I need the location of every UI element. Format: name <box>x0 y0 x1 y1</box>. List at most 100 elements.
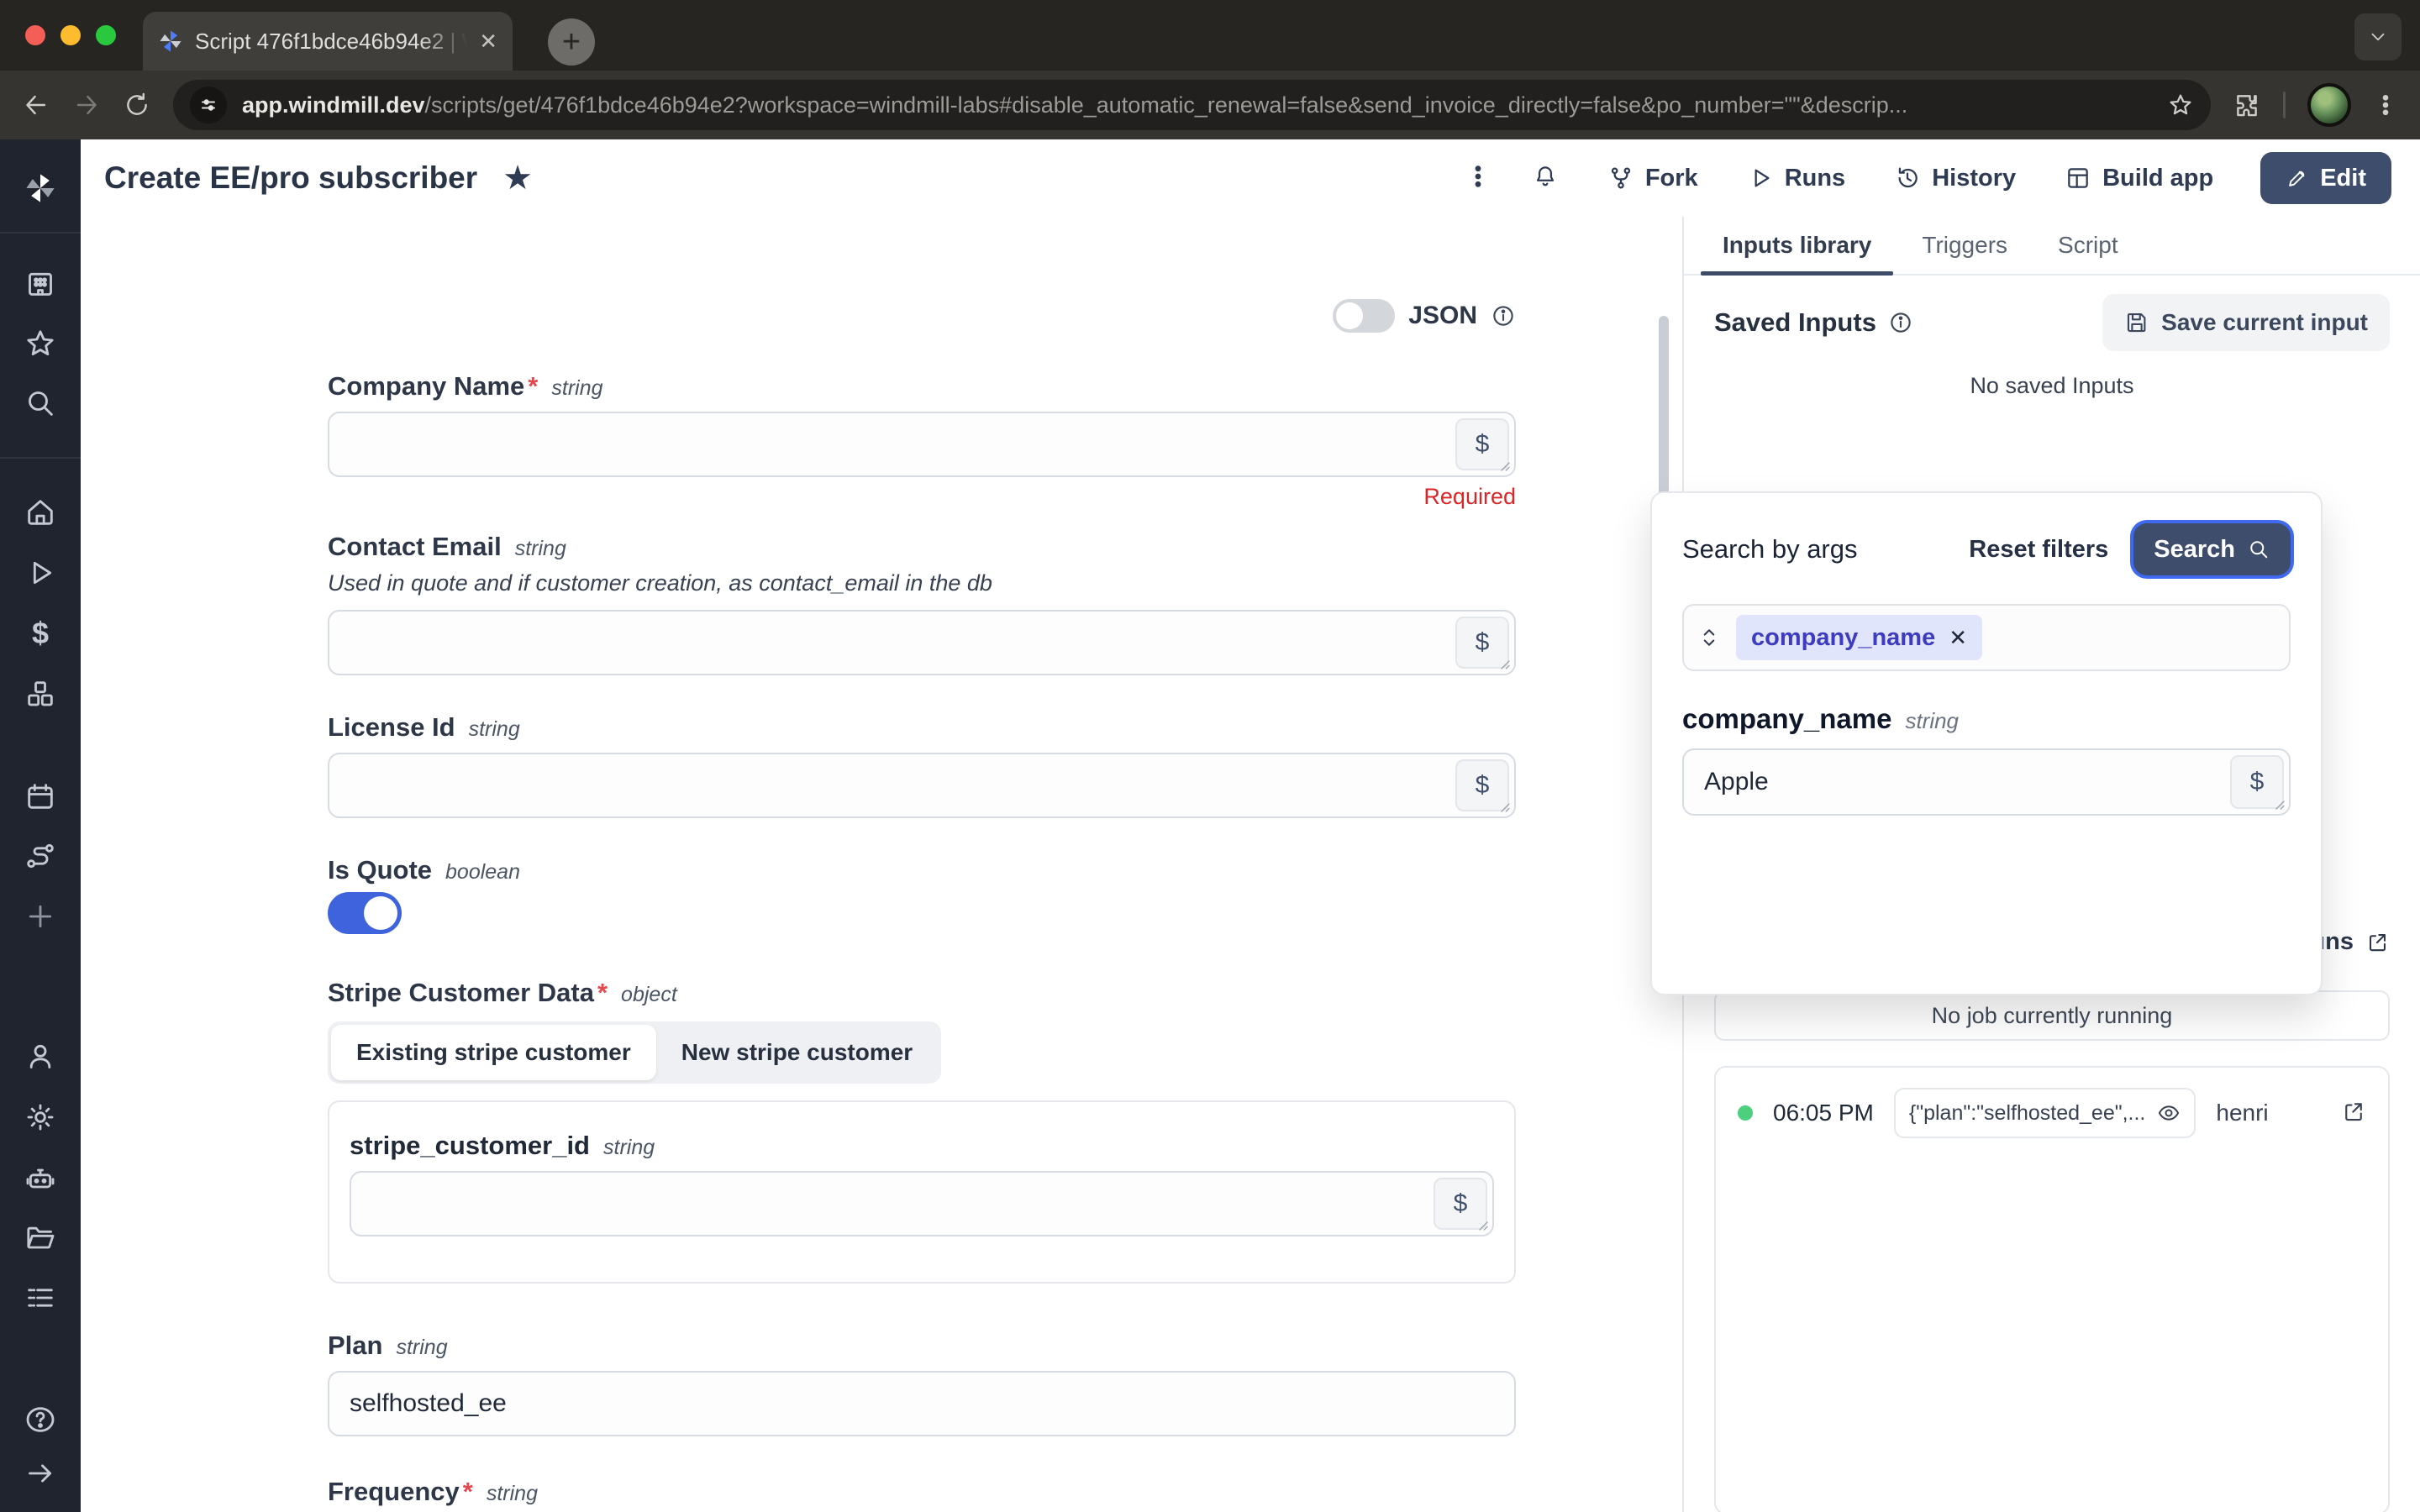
flows-route-icon[interactable] <box>24 839 57 873</box>
runs-play-icon[interactable] <box>24 556 57 590</box>
sidebar-divider <box>0 232 81 234</box>
app-shell: $ <box>0 139 2420 1512</box>
arg-chip-company-name[interactable]: company_name ✕ <box>1736 615 1982 660</box>
info-icon[interactable] <box>1491 303 1516 328</box>
url-bar[interactable]: app.windmill.dev/scripts/get/476f1bdce46… <box>173 80 2211 130</box>
runs-button[interactable]: Runs <box>1747 165 1846 192</box>
field-contact-email: Contact Email string Used in quote and i… <box>328 532 1516 675</box>
run-success-dot <box>1738 1105 1753 1121</box>
saved-inputs-title: Saved Inputs <box>1714 307 1876 338</box>
browser-tab[interactable]: Script 476f1bdce46b94e2 | W ✕ <box>143 12 513 71</box>
no-saved-inputs-text: No saved Inputs <box>1714 373 2390 399</box>
minimize-window-button[interactable] <box>60 25 81 45</box>
collapse-arrow-icon[interactable] <box>24 1457 57 1490</box>
resize-handle-icon[interactable] <box>1497 799 1512 814</box>
company-name-input[interactable] <box>328 412 1516 477</box>
tab-existing-stripe-customer[interactable]: Existing stripe customer <box>331 1025 656 1080</box>
updown-chevrons-icon[interactable] <box>1697 623 1721 652</box>
chip-label: company_name <box>1751 624 1935 652</box>
tab-triggers[interactable]: Triggers <box>1900 217 2029 274</box>
home-icon[interactable] <box>24 496 57 529</box>
chip-remove-icon[interactable]: ✕ <box>1949 625 1967 651</box>
resize-handle-icon[interactable] <box>1497 458 1512 473</box>
is-quote-toggle[interactable] <box>328 892 402 934</box>
resources-cubes-icon[interactable] <box>24 677 57 711</box>
contact-email-input[interactable] <box>328 610 1516 675</box>
build-app-button[interactable]: Build app <box>2065 165 2213 192</box>
run-time: 06:05 PM <box>1773 1100 1874 1126</box>
tab-inputs-library[interactable]: Inputs library <box>1701 217 1893 274</box>
schedules-calendar-icon[interactable] <box>24 780 57 813</box>
folders-folder-icon[interactable] <box>24 1221 57 1254</box>
field-label: Is Quote <box>328 855 432 885</box>
resize-handle-icon[interactable] <box>1475 1217 1490 1232</box>
resize-handle-icon[interactable] <box>1497 656 1512 671</box>
maximize-window-button[interactable] <box>96 25 116 45</box>
profile-avatar[interactable] <box>2307 83 2351 127</box>
edit-button[interactable]: Edit <box>2260 152 2391 204</box>
reset-filters-button[interactable]: Reset filters <box>1969 536 2108 564</box>
tab-title: Script 476f1bdce46b94e2 | W <box>195 29 467 55</box>
forward-icon[interactable] <box>72 91 101 119</box>
resize-handle-icon[interactable] <box>2271 796 2286 811</box>
more-kebab-icon[interactable] <box>1465 162 1491 195</box>
json-toggle[interactable] <box>1333 299 1395 333</box>
tab-new-stripe-customer[interactable]: New stripe customer <box>656 1025 938 1080</box>
plan-input[interactable] <box>328 1371 1516 1436</box>
settings-gear-icon[interactable] <box>24 1100 57 1134</box>
history-section: History Active filters All runs No job c… <box>1714 915 2390 1512</box>
favorites-star-icon[interactable] <box>24 327 57 360</box>
logs-list-icon[interactable] <box>24 1281 57 1315</box>
eye-icon[interactable] <box>2157 1101 2181 1125</box>
field-plan: Plan string <box>328 1331 1516 1436</box>
site-settings-icon[interactable] <box>190 87 227 123</box>
company-name-filter-input[interactable] <box>1682 748 2291 816</box>
save-current-input-label: Save current input <box>2161 309 2368 336</box>
args-multiselect[interactable]: company_name ✕ <box>1682 604 2291 671</box>
search-icon[interactable] <box>24 386 57 420</box>
save-current-input-button[interactable]: Save current input <box>2102 294 2390 351</box>
required-error: Required <box>328 484 1516 510</box>
windmill-favicon-icon <box>158 29 183 54</box>
history-button[interactable]: History <box>1894 165 2016 192</box>
field-label: License Id <box>328 712 455 743</box>
back-icon[interactable] <box>22 91 50 119</box>
pencil-icon <box>2286 167 2308 190</box>
extensions-puzzle-icon[interactable] <box>2233 91 2261 119</box>
tab-script[interactable]: Script <box>2036 217 2140 274</box>
user-person-icon[interactable] <box>24 1040 57 1074</box>
field-stripe-customer-data: Stripe Customer Data* object Existing st… <box>328 978 1516 1284</box>
favorite-star-icon[interactable]: ★ <box>502 161 533 195</box>
license-id-input[interactable] <box>328 753 1516 818</box>
tab-search-chevron-icon[interactable] <box>2354 13 2402 60</box>
tab-close-icon[interactable]: ✕ <box>479 30 497 52</box>
workspace-building-icon[interactable] <box>24 267 57 301</box>
info-icon[interactable] <box>1888 310 1913 335</box>
billing-dollar-icon[interactable]: $ <box>24 617 57 650</box>
content: JSON Company Name* string $ <box>81 217 2420 1512</box>
close-window-button[interactable] <box>25 25 45 45</box>
workers-robot-icon[interactable] <box>24 1162 57 1195</box>
reload-icon[interactable] <box>123 91 151 119</box>
field-label: stripe_customer_id <box>350 1131 590 1161</box>
bookmark-star-icon[interactable] <box>2167 92 2194 118</box>
search-button[interactable]: Search <box>2133 523 2291 575</box>
stripe-customer-id-input[interactable] <box>350 1171 1494 1236</box>
open-run-button[interactable] <box>2341 1099 2366 1128</box>
fork-button[interactable]: Fork <box>1607 165 1698 192</box>
run-row[interactable]: 06:05 PM {"plan":"selfhosted_ee",... hen… <box>1738 1088 2366 1138</box>
windmill-logo-icon[interactable] <box>24 166 57 210</box>
run-args-chip[interactable]: {"plan":"selfhosted_ee",... <box>1894 1088 2196 1138</box>
browser-menu-kebab-icon[interactable] <box>2373 91 2398 119</box>
popover-title: Search by args <box>1682 534 1858 564</box>
add-plus-icon[interactable] <box>24 900 57 933</box>
notifications-bell-icon[interactable] <box>1532 162 1559 195</box>
field-company-name: Company Name* string $ Required <box>328 371 1516 510</box>
saved-inputs-header: Saved Inputs Save current input <box>1714 294 2390 351</box>
play-icon <box>1747 165 1774 192</box>
form-scrollbar-thumb[interactable] <box>1659 316 1669 509</box>
new-tab-button[interactable]: + <box>548 18 595 66</box>
help-question-icon[interactable] <box>24 1403 57 1436</box>
build-app-label: Build app <box>2102 165 2213 192</box>
browser-chrome: Script 476f1bdce46b94e2 | W ✕ + app.wind… <box>0 0 2420 139</box>
